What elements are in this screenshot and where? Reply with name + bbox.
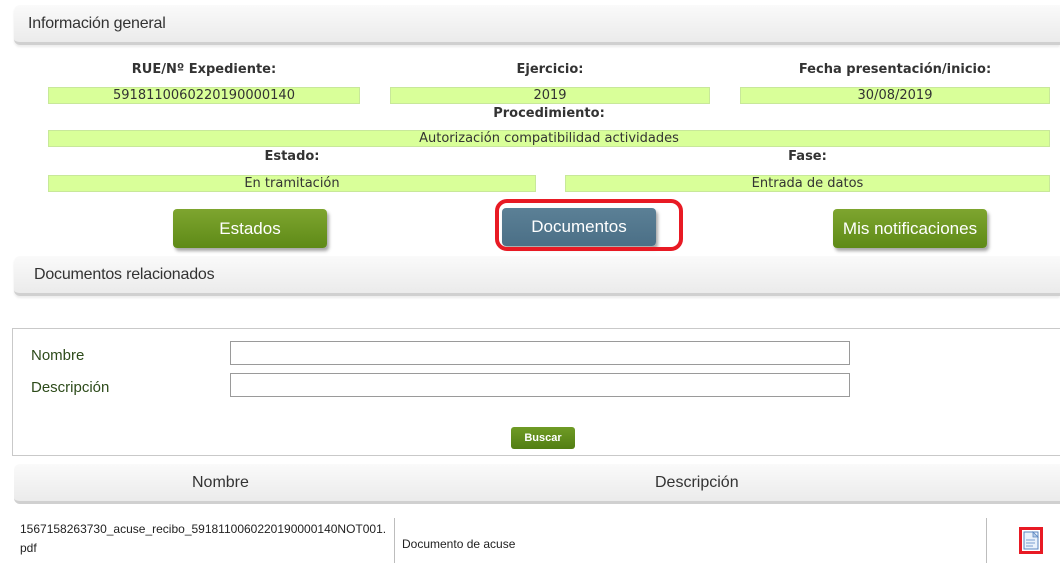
fecha-label: Fecha presentación/inicio: xyxy=(798,62,992,77)
ejercicio-label: Ejercicio: xyxy=(516,62,584,77)
documentos-button[interactable]: Documentos xyxy=(502,208,656,246)
related-documents-header: Documentos relacionados xyxy=(14,256,1060,296)
estado-label: Estado: xyxy=(264,149,320,164)
document-description-cell: Documento de acuse xyxy=(402,537,516,551)
descripcion-label: Descripción xyxy=(31,379,110,396)
ejercicio-value: 2019 xyxy=(390,87,710,104)
fecha-value: 30/08/2019 xyxy=(740,87,1050,104)
estado-value: En tramitación xyxy=(48,175,536,192)
nombre-label: Nombre xyxy=(31,347,85,364)
nombre-input[interactable] xyxy=(230,341,850,365)
descripcion-input[interactable] xyxy=(230,373,850,397)
results-table-header: Nombre Descripción xyxy=(14,464,1060,504)
column-header-descripcion: Descripción xyxy=(655,474,739,491)
estados-button[interactable]: Estados xyxy=(173,209,327,248)
procedimiento-value: Autorización compatibilidad actividades xyxy=(48,130,1050,147)
fase-label: Fase: xyxy=(788,149,827,164)
search-panel: Nombre Descripción Buscar xyxy=(12,328,1060,456)
procedimiento-label: Procedimiento: xyxy=(493,106,605,121)
column-header-nombre: Nombre xyxy=(192,474,249,491)
document-icon[interactable] xyxy=(1019,527,1043,554)
rue-label: RUE/Nº Expediente: xyxy=(131,62,277,77)
general-info-header: Información general xyxy=(14,5,1060,45)
column-divider xyxy=(394,518,395,563)
buscar-button[interactable]: Buscar xyxy=(511,427,575,449)
fase-value: Entrada de datos xyxy=(565,175,1050,192)
document-name-cell: 1567158263730_acuse_recibo_5918110060220… xyxy=(20,522,387,555)
general-info-title: Información general xyxy=(28,15,166,32)
mis-notificaciones-button[interactable]: Mis notificaciones xyxy=(833,209,987,248)
table-row: 1567158263730_acuse_recibo_5918110060220… xyxy=(14,514,1060,563)
rue-value: 5918110060220190000140 xyxy=(48,87,360,104)
column-divider xyxy=(986,518,987,563)
related-documents-title: Documentos relacionados xyxy=(34,266,215,283)
